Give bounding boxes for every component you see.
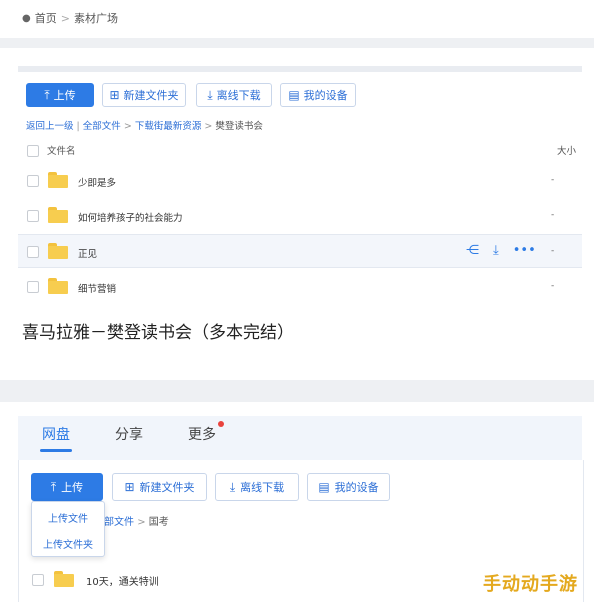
new-folder-label: 新建文件夹 [139, 481, 195, 494]
row-checkbox[interactable] [27, 246, 39, 258]
offline-download-label: 离线下载 [240, 481, 285, 494]
notification-dot [218, 421, 224, 427]
offline-download-button[interactable]: ⤓ 离线下载 [215, 473, 299, 501]
folder-icon [48, 278, 68, 294]
watermark-logo: 手动动手游 [483, 574, 578, 595]
folder-icon [54, 571, 74, 587]
file-row[interactable]: 少即是多 - [18, 163, 582, 197]
row-checkbox[interactable] [32, 574, 44, 586]
path-arrow: > [137, 517, 146, 528]
file-path-breadcrumb: 返回上一级 | 全部文件 > 下载街最新资源 > 樊登读书会 [26, 118, 263, 132]
file-row[interactable]: 如何培养孩子的社会能力 - [18, 198, 582, 232]
current-folder: 樊登读书会 [215, 121, 263, 132]
upload-folder-option[interactable]: 上传文件夹 [32, 536, 104, 551]
upload-icon: ⤒ [50, 480, 57, 494]
tab-bar [18, 416, 582, 460]
share-icon[interactable]: ⋲ [466, 243, 479, 258]
all-files-link[interactable]: 全部文件 [83, 121, 121, 132]
breadcrumb-separator: > [60, 11, 70, 25]
row-actions: ⋲ ⤓ ••• [466, 243, 536, 258]
new-folder-icon: ⊞ [124, 480, 135, 494]
tab-more[interactable]: 更多 [188, 424, 216, 444]
path-arrow: > [204, 121, 213, 132]
folder-icon [48, 243, 68, 259]
file-name[interactable]: 细节营销 [78, 281, 116, 295]
my-devices-label: 我的设备 [303, 89, 348, 102]
active-tab-indicator [40, 449, 72, 452]
upload-dropdown-menu: 上传文件 上传文件夹 [31, 501, 105, 557]
folder-icon [48, 207, 68, 223]
folder-link[interactable]: 下载街最新资源 [135, 121, 202, 132]
device-icon: ▤ [318, 480, 330, 494]
upload-file-option[interactable]: 上传文件 [32, 510, 104, 525]
panel-header-strip [18, 66, 582, 72]
upload-button-label: 上传 [53, 89, 76, 102]
row-checkbox[interactable] [27, 175, 39, 187]
offline-download-button[interactable]: ⤓ 离线下载 [196, 83, 272, 107]
path-arrow: > [123, 121, 132, 132]
offline-download-label: 离线下载 [216, 89, 261, 102]
file-size: - [551, 281, 555, 291]
new-folder-button[interactable]: ⊞ 新建文件夹 [102, 83, 186, 107]
breadcrumb-home-link[interactable]: 首页 [35, 10, 57, 26]
more-icon[interactable]: ••• [513, 243, 536, 258]
upload-button[interactable]: ⤒ 上传 [31, 473, 103, 501]
new-folder-icon: ⊞ [109, 88, 120, 102]
file-row[interactable]: 细节营销 - [18, 269, 582, 303]
my-devices-label: 我的设备 [334, 481, 379, 494]
file-size: - [551, 175, 555, 185]
breadcrumb-current: 素材广场 [73, 12, 118, 25]
file-name[interactable]: 正见 [78, 246, 97, 260]
row-checkbox[interactable] [27, 281, 39, 293]
file-size: - [551, 210, 555, 220]
new-folder-button[interactable]: ⊞ 新建文件夹 [112, 473, 207, 501]
path-separator: | [76, 121, 80, 132]
column-header-name: 文件名 [47, 146, 76, 157]
file-path-breadcrumb: 部文件 > 国考 [104, 513, 169, 528]
folder-icon [48, 172, 68, 188]
select-all-checkbox[interactable] [27, 145, 39, 157]
back-link[interactable]: 返回上一级 [26, 121, 74, 132]
row-checkbox[interactable] [27, 210, 39, 222]
device-icon: ▤ [288, 88, 300, 102]
current-folder: 国考 [148, 517, 169, 528]
file-name[interactable]: 10天，通关特训 [86, 573, 159, 588]
new-folder-label: 新建文件夹 [123, 89, 179, 102]
my-devices-button[interactable]: ▤ 我的设备 [280, 83, 356, 107]
column-header-size: 大小 [557, 146, 577, 157]
file-size: - [551, 246, 555, 256]
article-caption: 喜马拉雅－樊登读书会（多本完结） [22, 323, 294, 343]
file-row-hovered[interactable]: 正见 ⋲ ⤓ ••• - [18, 234, 582, 268]
download-icon: ⤓ [229, 480, 236, 494]
all-files-link[interactable]: 部文件 [104, 517, 134, 528]
tab-disk[interactable]: 网盘 [42, 424, 70, 444]
breadcrumb: ● 首页 > 素材广场 [22, 10, 118, 26]
upload-icon: ⤒ [44, 88, 50, 102]
my-devices-button[interactable]: ▤ 我的设备 [307, 473, 390, 501]
location-pin-icon: ● [22, 12, 31, 24]
download-icon: ⤓ [207, 88, 213, 102]
upload-button-label: 上传 [61, 481, 84, 494]
tab-share[interactable]: 分享 [115, 424, 143, 444]
file-name[interactable]: 如何培养孩子的社会能力 [78, 210, 183, 224]
upload-button[interactable]: ⤒ 上传 [26, 83, 94, 107]
file-name[interactable]: 少即是多 [78, 175, 116, 189]
download-icon[interactable]: ⤓ [493, 243, 499, 258]
